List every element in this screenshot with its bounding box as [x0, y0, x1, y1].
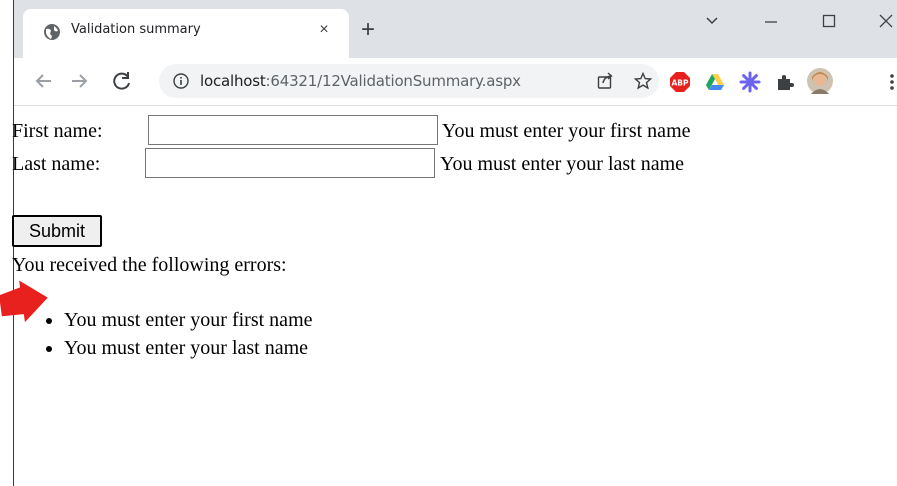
star-icon[interactable]	[633, 71, 653, 91]
more-menu-icon[interactable]	[881, 71, 897, 93]
submit-button[interactable]: Submit	[12, 215, 102, 247]
maximize-icon[interactable]	[814, 8, 844, 34]
minimize-icon[interactable]	[756, 8, 786, 34]
validation-summary-list: You must enter your first name You must …	[12, 306, 313, 362]
share-icon[interactable]	[595, 71, 615, 91]
first-name-label: First name:	[12, 120, 103, 142]
summary-item-first-name: You must enter your first name	[64, 306, 313, 334]
back-arrow-icon[interactable]	[31, 68, 57, 94]
svg-text:ABP: ABP	[671, 79, 689, 88]
validation-summary-header: You received the following errors:	[12, 254, 287, 276]
last-name-error: You must enter your last name	[440, 153, 685, 175]
tab-title: Validation summary	[71, 22, 201, 37]
close-tab-icon[interactable]: ×	[310, 16, 338, 44]
new-tab-button[interactable]: +	[354, 18, 382, 46]
google-drive-icon[interactable]	[704, 71, 726, 93]
profile-avatar[interactable]	[806, 67, 834, 95]
first-name-row: First name: You must enter your first na…	[12, 115, 882, 152]
summary-item-last-name: You must enter your last name	[64, 334, 313, 362]
globe-icon	[44, 24, 60, 40]
url-text[interactable]: localhost:64321/12ValidationSummary.aspx	[200, 72, 521, 90]
forward-arrow-icon[interactable]	[66, 68, 92, 94]
info-icon[interactable]	[173, 73, 189, 89]
tab-strip: Validation summary × +	[14, 0, 897, 58]
first-name-input[interactable]	[148, 115, 438, 145]
close-window-icon[interactable]	[871, 8, 897, 34]
reload-icon[interactable]	[109, 68, 135, 94]
page-content: First name: You must enter your first na…	[12, 115, 882, 189]
sparkle-icon[interactable]	[739, 71, 761, 93]
browser-toolbar: localhost:64321/12ValidationSummary.aspx…	[14, 58, 897, 106]
browser-window: Validation summary × + localhost:64321/1…	[13, 0, 897, 486]
address-bar[interactable]: localhost:64321/12ValidationSummary.aspx	[159, 64, 659, 98]
adblock-icon[interactable]: ABP	[669, 71, 691, 93]
last-name-input[interactable]	[145, 148, 435, 178]
last-name-label: Last name:	[12, 153, 101, 175]
url-host: localhost	[200, 72, 266, 90]
puzzle-icon[interactable]	[774, 71, 796, 93]
url-path: :64321/12ValidationSummary.aspx	[265, 72, 522, 90]
tab-search-icon[interactable]	[697, 8, 727, 34]
last-name-row: Last name: You must enter your last name	[12, 148, 882, 189]
first-name-error: You must enter your first name	[442, 120, 691, 142]
tab-validation-summary[interactable]: Validation summary ×	[23, 9, 349, 58]
